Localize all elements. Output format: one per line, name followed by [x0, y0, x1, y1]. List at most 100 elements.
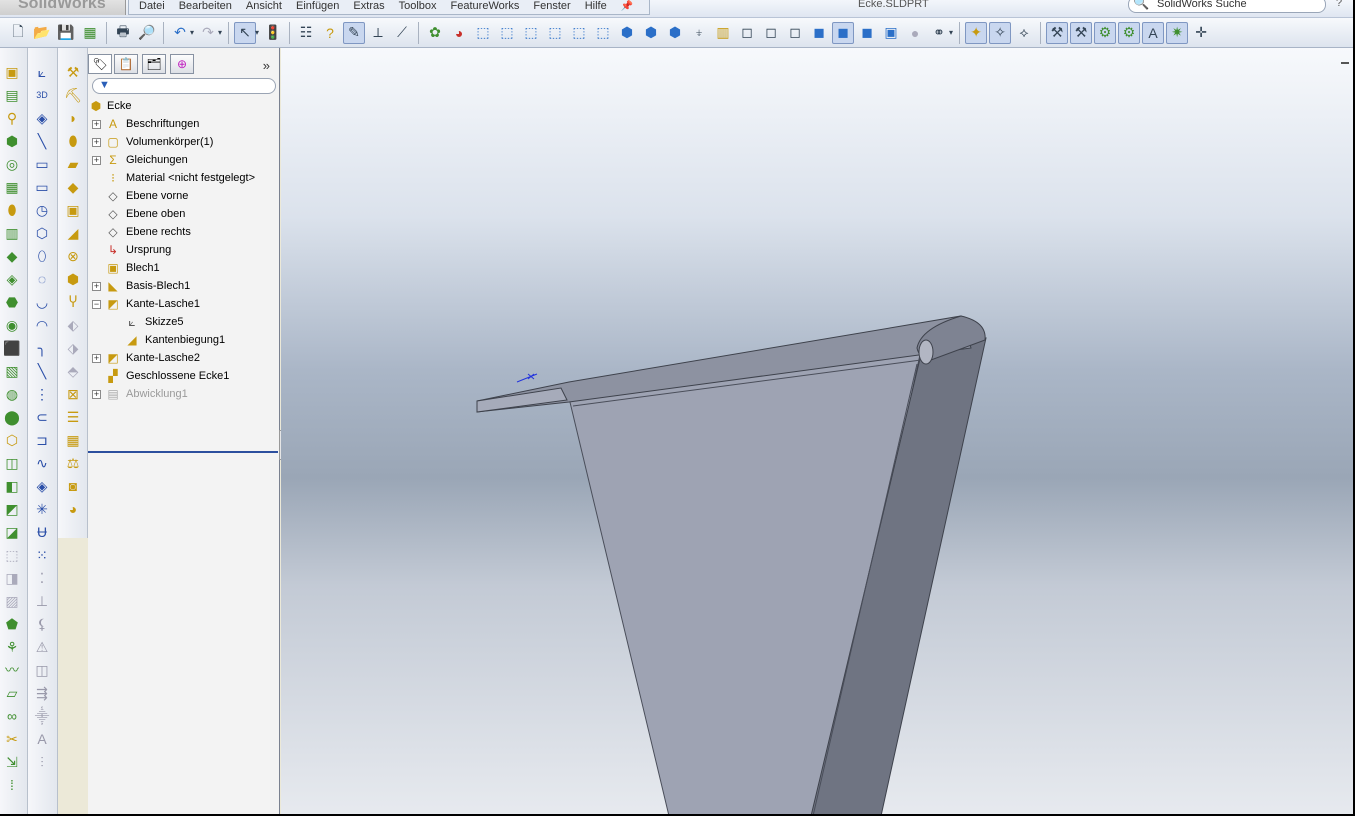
- feature-tool-icon[interactable]: ⬡: [2, 430, 22, 450]
- feature-tool-icon[interactable]: ✂: [2, 729, 22, 749]
- sheet-metal-hem-icon[interactable]: ⚙: [1094, 21, 1117, 44]
- sheet-metal-tool-icon[interactable]: ◢: [63, 223, 83, 243]
- expand-panel-icon[interactable]: »: [263, 58, 270, 73]
- expand-icon[interactable]: +: [92, 389, 101, 399]
- scene-icon[interactable]: ◕: [448, 22, 470, 44]
- graphics-viewport[interactable]: [281, 48, 1355, 816]
- sketch-tool-icon[interactable]: ⊂: [32, 407, 52, 427]
- menu-extras[interactable]: Extras: [353, 0, 384, 12]
- sheet-metal-tool-icon[interactable]: ⬘: [63, 361, 83, 381]
- feature-tool-icon[interactable]: ▨: [2, 591, 22, 611]
- configuration-manager-tab-icon[interactable]: 🗂: [142, 54, 166, 74]
- sketch-tool-icon[interactable]: ✳: [32, 499, 52, 519]
- search-input[interactable]: 🔍 SolidWorks Suche: [1128, 0, 1326, 13]
- feature-tool-icon[interactable]: ⬚: [2, 545, 22, 565]
- redo-icon[interactable]: ↷: [197, 22, 219, 44]
- feature-tool-icon[interactable]: ∞: [2, 706, 22, 726]
- sheet-metal-tool-icon[interactable]: ◙: [63, 476, 83, 496]
- wireframe-icon[interactable]: ◻: [736, 22, 758, 44]
- view-dimetric-icon[interactable]: ⬢: [664, 22, 686, 44]
- sketch-tool-icon[interactable]: ╮: [32, 338, 52, 358]
- sketch-tool-icon[interactable]: ⸎: [32, 706, 52, 726]
- chevron-down-icon[interactable]: ▾: [949, 28, 953, 37]
- sketch-tool-icon[interactable]: ▭: [32, 177, 52, 197]
- sheet-metal-tool-icon[interactable]: ⊠: [63, 384, 83, 404]
- view-left-icon[interactable]: ⬚: [520, 22, 542, 44]
- sketch-tool-icon[interactable]: ◠: [32, 315, 52, 335]
- sketch-tool-icon[interactable]: Ʉ: [32, 522, 52, 542]
- feature-tool-icon[interactable]: ◈: [2, 269, 22, 289]
- menu-datei[interactable]: Datei: [139, 0, 165, 12]
- menu-ansicht[interactable]: Ansicht: [246, 0, 282, 12]
- feature-tool-icon[interactable]: ⬣: [2, 292, 22, 312]
- print-preview-icon[interactable]: 🔎: [136, 22, 158, 44]
- menu-bearbeiten[interactable]: Bearbeiten: [179, 0, 232, 12]
- sheet-metal-tool-icon[interactable]: ⬢: [63, 269, 83, 289]
- feature-tool-icon[interactable]: ◩: [2, 499, 22, 519]
- view-isometric-icon[interactable]: ⬢: [616, 22, 638, 44]
- sketch-tool-icon[interactable]: ╲: [32, 361, 52, 381]
- chevron-down-icon[interactable]: ▾: [218, 28, 222, 37]
- feature-tool-icon[interactable]: ◍: [2, 384, 22, 404]
- sketch-tool-icon[interactable]: 3D: [32, 85, 52, 105]
- menu-toolbox[interactable]: Toolbox: [399, 0, 437, 12]
- feature-tool-icon[interactable]: ▧: [2, 361, 22, 381]
- sketch-tool-icon[interactable]: ⊐: [32, 430, 52, 450]
- sheet-metal-tool-icon[interactable]: ⚒: [63, 62, 83, 82]
- sketch-tool-icon[interactable]: ⬯: [32, 246, 52, 266]
- help-icon[interactable]: ?: [1336, 0, 1342, 9]
- feature-tool-icon[interactable]: ◨: [2, 568, 22, 588]
- file-properties-icon[interactable]: ☷: [295, 22, 317, 44]
- sheet-metal-tool-icon[interactable]: ⬖: [63, 315, 83, 335]
- view-back-icon[interactable]: ⬚: [496, 22, 518, 44]
- view-trimetric-icon[interactable]: ⬢: [640, 22, 662, 44]
- feature-tool-icon[interactable]: ⬤: [2, 407, 22, 427]
- sheet-metal-tool-icon[interactable]: ▣: [63, 200, 83, 220]
- feature-tool-icon[interactable]: ◪: [2, 522, 22, 542]
- feature-tool-icon[interactable]: ◎: [2, 154, 22, 174]
- sheet-metal-tool-icon[interactable]: ☰: [63, 407, 83, 427]
- sketch-tool-icon[interactable]: ∿: [32, 453, 52, 473]
- menu-hilfe[interactable]: Hilfe: [585, 0, 607, 12]
- menu-featureworks[interactable]: FeatureWorks: [451, 0, 520, 12]
- feature-manager-tab-icon[interactable]: 🏷: [88, 54, 112, 74]
- rebuild-icon[interactable]: 🚦: [262, 22, 284, 44]
- sketch-tool-icon[interactable]: ⇶: [32, 683, 52, 703]
- expand-icon[interactable]: +: [92, 137, 101, 147]
- sheet-metal-tool-icon[interactable]: ⛏: [63, 85, 83, 105]
- feature-tool-icon[interactable]: ⁞: [2, 775, 22, 795]
- expand-icon[interactable]: +: [92, 353, 101, 363]
- sheet-metal-jog-icon[interactable]: ⚙: [1118, 21, 1141, 44]
- sketch-tool-icon[interactable]: ⬡: [32, 223, 52, 243]
- shaded-icon[interactable]: ◼: [832, 21, 855, 44]
- make-drawing-icon[interactable]: ▦: [79, 22, 101, 44]
- hidden-lines-visible-icon[interactable]: ◻: [760, 22, 782, 44]
- sheet-metal-tool-icon[interactable]: ◕: [63, 499, 83, 519]
- sketch-tool-icon[interactable]: ◡: [32, 292, 52, 312]
- feature-tool-icon[interactable]: ◫: [2, 453, 22, 473]
- sketch-tool-icon[interactable]: ◷: [32, 200, 52, 220]
- feature-tool-icon[interactable]: ▣: [2, 62, 22, 82]
- feature-tool-icon[interactable]: ◉: [2, 315, 22, 335]
- sheet-metal-tool-icon[interactable]: ▦: [63, 430, 83, 450]
- pin-icon[interactable]: 📌: [621, 1, 633, 12]
- chevron-down-icon[interactable]: ▾: [255, 28, 259, 37]
- sheet-metal-model[interactable]: [281, 48, 1355, 816]
- planes-icon[interactable]: ✧: [989, 21, 1012, 44]
- view-top-icon[interactable]: ⬚: [568, 22, 590, 44]
- print-icon[interactable]: 🖶: [112, 22, 134, 44]
- sheet-metal-tool-icon[interactable]: ▰: [63, 154, 83, 174]
- sketch-tool-icon[interactable]: ⫶: [32, 752, 52, 772]
- help-bulb-icon[interactable]: ?: [319, 22, 341, 44]
- sketch-tool-icon[interactable]: ◈: [32, 476, 52, 496]
- feature-tool-icon[interactable]: ▥: [2, 223, 22, 243]
- sheet-metal-tool-icon[interactable]: ⊗: [63, 246, 83, 266]
- feature-tool-icon[interactable]: ⚲: [2, 108, 22, 128]
- sketch-tool-icon[interactable]: ◌: [32, 269, 52, 289]
- shadows-icon[interactable]: ▣: [880, 22, 902, 44]
- sketch-tool-icon[interactable]: ⁚: [32, 568, 52, 588]
- feature-tool-icon[interactable]: ▦: [2, 177, 22, 197]
- select-icon[interactable]: ↖: [234, 21, 257, 44]
- appearance-icon[interactable]: ✿: [424, 22, 446, 44]
- shaded-with-edges-icon[interactable]: ◼: [808, 22, 830, 44]
